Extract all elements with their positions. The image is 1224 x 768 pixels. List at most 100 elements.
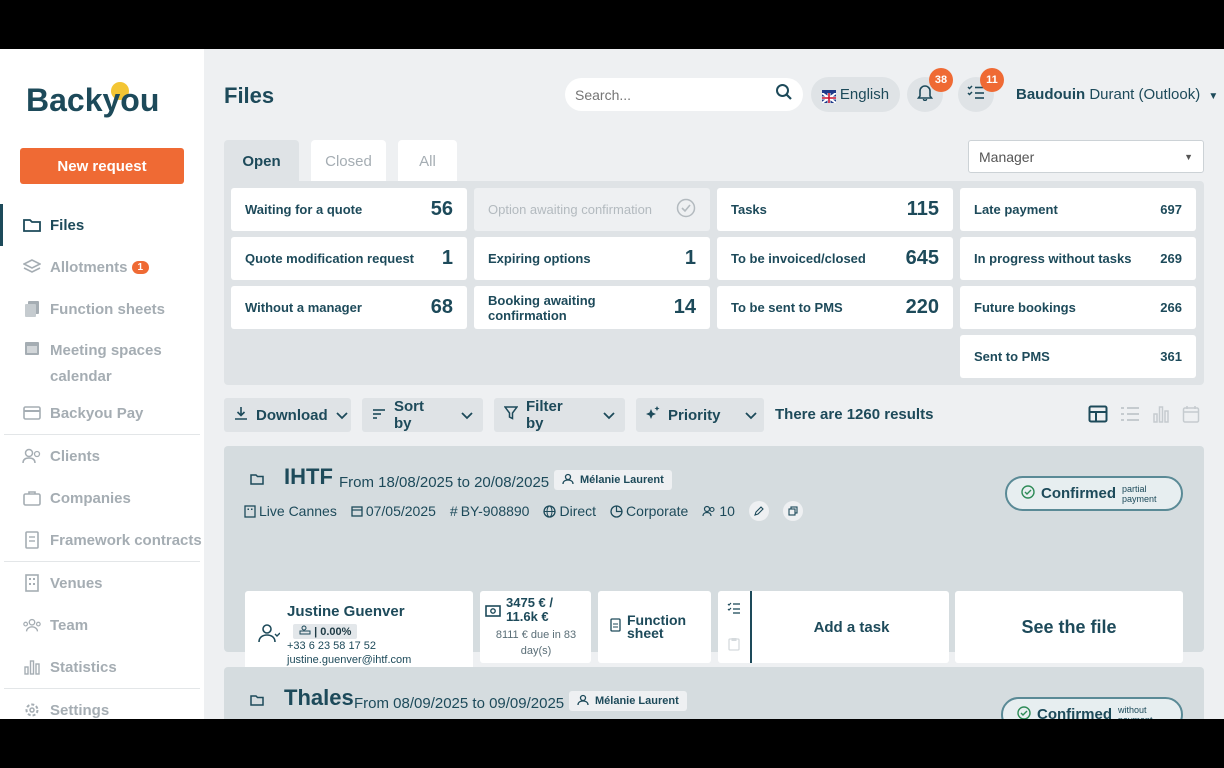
sidebar-item-backyou-pay[interactable]: Backyou Pay	[0, 392, 204, 434]
sidebar-item-meeting-spaces-calendar[interactable]: Meeting spaces calendar	[0, 330, 204, 392]
money-icon	[485, 604, 501, 622]
stat-sent-to-pms[interactable]: Sent to PMS 361	[960, 335, 1196, 378]
page-title: Files	[224, 83, 275, 108]
download-label: Download	[256, 406, 328, 424]
backyou-logo[interactable]: Backyou	[26, 77, 186, 123]
user-menu[interactable]: Baudouin Durant (Outlook) ▼	[1016, 86, 1218, 103]
card-view-icon[interactable]	[1088, 405, 1108, 428]
hash-icon: #	[449, 503, 458, 519]
stat-booking-awaiting-confirmation[interactable]: Booking awaiting confirmation 14	[474, 286, 710, 329]
briefcase-icon	[22, 488, 42, 508]
stat-label: Late payment	[974, 202, 1058, 217]
commission-icon	[299, 625, 311, 638]
stat-to-be-invoiced-closed[interactable]: To be invoiced/closed 645	[717, 237, 953, 280]
payment-card[interactable]: 3475 € / 11.6k € 8111 € due in 83 day(s)	[480, 591, 591, 663]
sort-by-button[interactable]: Sort by	[362, 398, 483, 432]
stat-in-progress-without-tasks[interactable]: In progress without tasks 269	[960, 237, 1196, 280]
gear-icon	[22, 700, 42, 719]
stat-without-manager[interactable]: Without a manager 68	[231, 286, 467, 329]
chart-view-icon[interactable]	[1152, 405, 1170, 428]
contact-email[interactable]: justine.guenver@ihtf.com	[287, 654, 411, 666]
stat-expiring-options[interactable]: Expiring options 1	[474, 237, 710, 280]
search-input[interactable]	[575, 86, 775, 103]
stat-to-be-sent-to-pms[interactable]: To be sent to PMS 220	[717, 286, 953, 329]
new-request-button[interactable]: New request	[20, 148, 184, 184]
manager-icon	[562, 473, 576, 488]
tasks-button[interactable]: 11	[958, 68, 1004, 112]
edit-button[interactable]	[748, 501, 769, 521]
stat-label: Tasks	[731, 202, 767, 217]
add-task-button[interactable]: Add a task	[754, 591, 949, 663]
sidebar-item-team[interactable]: Team	[0, 604, 204, 646]
function-sheet-button[interactable]: Function sheet	[598, 591, 711, 663]
manager-name: Mélanie Laurent	[580, 474, 664, 486]
sparkle-icon	[646, 406, 660, 424]
status-badge: Confirmed without payment	[1001, 697, 1183, 719]
sidebar-item-function-sheets[interactable]: Function sheets	[0, 288, 204, 330]
sidebar-item-label: Venues	[50, 574, 103, 592]
sidebar-item-label: Meeting spaces calendar	[50, 342, 162, 385]
stat-value: 697	[1160, 202, 1182, 217]
sidebar-item-label: Function sheets	[50, 300, 166, 318]
sidebar-item-label: Files	[50, 216, 85, 234]
add-task-panel: Add a task	[718, 591, 949, 663]
guest-count: 10	[719, 503, 735, 519]
sidebar-item-framework-contracts[interactable]: Framework contracts	[0, 519, 204, 561]
app: Backyou New request Files Allotments 1 F…	[0, 49, 1224, 719]
sidebar-item-settings[interactable]: Settings	[0, 689, 204, 719]
stat-value: 1	[441, 247, 453, 269]
list-view-icon[interactable]	[1120, 405, 1140, 428]
sidebar-item-companies[interactable]: Companies	[0, 477, 204, 519]
chevron-down-icon	[336, 407, 348, 424]
sidebar-item-files[interactable]: Files	[0, 204, 204, 246]
checklist-icon[interactable]	[727, 601, 741, 619]
copy-icon	[788, 506, 798, 516]
priority-button[interactable]: Priority	[636, 398, 764, 432]
layers-icon	[22, 257, 42, 277]
stat-waiting-for-quote[interactable]: Waiting for a quote 56	[231, 188, 467, 231]
manager-select[interactable]: Manager ▼	[968, 140, 1204, 173]
stat-future-bookings[interactable]: Future bookings 266	[960, 286, 1196, 329]
meta-segment: Corporate	[610, 503, 688, 519]
tab-all[interactable]: All	[398, 140, 457, 182]
language-selector[interactable]: English	[811, 77, 900, 112]
stat-label: Waiting for a quote	[245, 202, 363, 217]
chevron-down-icon	[461, 407, 473, 424]
chevron-down-icon	[603, 407, 615, 424]
file-name[interactable]: Thales	[284, 685, 354, 711]
sidebar-item-statistics[interactable]: Statistics	[0, 646, 204, 688]
caret-down-icon: ▼	[1184, 151, 1193, 162]
stat-tasks[interactable]: Tasks 115	[717, 188, 953, 231]
folder-icon	[250, 693, 264, 711]
see-file-button[interactable]: See the file	[955, 591, 1183, 663]
contract-icon	[22, 530, 42, 550]
sidebar-item-venues[interactable]: Venues	[0, 562, 204, 604]
commission-chip: | 0.00%	[293, 624, 358, 639]
file-name[interactable]: IHTF	[284, 464, 333, 490]
stat-option-awaiting-confirmation[interactable]: Option awaiting confirmation	[474, 188, 710, 231]
filter-by-button[interactable]: Filter by	[494, 398, 625, 432]
team-icon	[22, 615, 42, 635]
download-button[interactable]: Download	[224, 398, 351, 432]
sidebar-item-label: Clients	[50, 447, 101, 465]
tab-closed[interactable]: Closed	[311, 140, 386, 182]
stat-quote-modification-request[interactable]: Quote modification request 1	[231, 237, 467, 280]
check-circle-icon	[1017, 705, 1031, 719]
sidebar-item-allotments[interactable]: Allotments 1	[0, 246, 204, 288]
duplicate-button[interactable]	[782, 501, 803, 521]
notifications-button[interactable]: 38	[907, 68, 953, 112]
created-date: 07/05/2025	[365, 503, 436, 519]
tab-open[interactable]: Open	[224, 140, 299, 182]
contact-phone[interactable]: +33 6 23 58 17 52	[287, 640, 376, 652]
sidebar-item-clients[interactable]: Clients	[0, 435, 204, 477]
folder-icon	[250, 472, 264, 490]
calendar-view-icon[interactable]	[1182, 405, 1200, 428]
building-icon	[22, 573, 42, 593]
stat-label: Quote modification request	[245, 251, 415, 266]
search-icon[interactable]	[775, 83, 793, 106]
stat-value: 1	[684, 247, 696, 269]
stat-late-payment[interactable]: Late payment 697	[960, 188, 1196, 231]
clipboard-icon[interactable]	[728, 637, 740, 656]
stat-value: 14	[673, 296, 696, 318]
sidebar-item-label: Allotments	[50, 258, 128, 276]
